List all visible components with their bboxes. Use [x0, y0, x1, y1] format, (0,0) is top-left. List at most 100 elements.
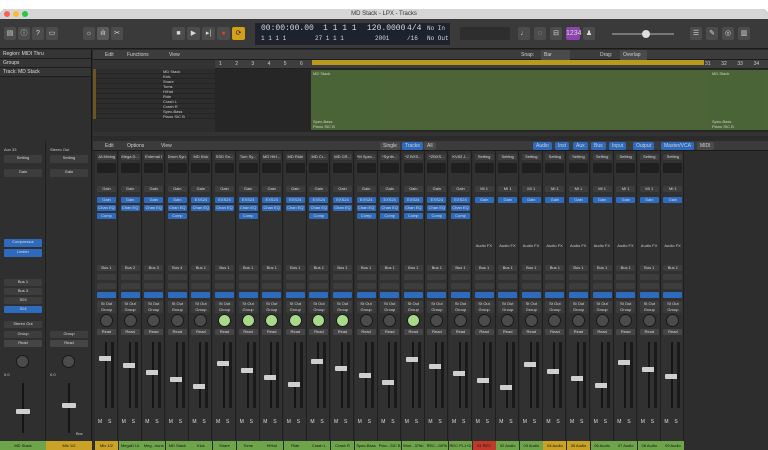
group-slot[interactable]: Group	[144, 307, 164, 313]
chan-eq-slot[interactable]: Chan EQ	[403, 205, 423, 211]
mute-button[interactable]: M	[405, 419, 409, 425]
smart-controls-icon[interactable]: ☼	[83, 27, 95, 40]
eq-thumbnail[interactable]	[215, 163, 234, 173]
channel-name[interactable]: 02 Audio	[496, 441, 520, 450]
channel-name[interactable]: Mix 1/2	[95, 441, 118, 450]
chan-eq-slot[interactable]: Chan EQ	[215, 205, 234, 211]
chan-eq-slot[interactable]: Chan EQ	[380, 205, 400, 211]
solo-icon[interactable]: ◌	[534, 27, 546, 40]
input-slot[interactable]: MI 1	[474, 186, 494, 192]
group-slot[interactable]: Group	[639, 307, 659, 313]
mute-button[interactable]: M	[664, 419, 668, 425]
record-icon[interactable]: ●	[217, 27, 230, 40]
inspector-left-pan-knob[interactable]	[16, 355, 29, 368]
group-slot[interactable]: Group	[309, 307, 329, 313]
group-slot[interactable]: Group	[498, 307, 518, 313]
inspector-left-output[interactable]: Stereo Out	[4, 321, 42, 328]
send-slot[interactable]: Bus 1	[498, 265, 518, 271]
send-slot-2[interactable]	[309, 274, 329, 280]
channel-name[interactable]: 03 Audio	[519, 441, 543, 450]
send-slot-3[interactable]	[639, 283, 659, 289]
mute-button[interactable]: M	[641, 419, 645, 425]
input-slot[interactable]: Gain	[120, 186, 140, 192]
tab-all[interactable]: All	[424, 142, 436, 150]
inspector-left-fader[interactable]	[22, 383, 24, 433]
inspector-left-read[interactable]: Read	[4, 340, 42, 347]
inspector-left-group[interactable]: Group	[4, 331, 42, 338]
volume-fader[interactable]	[388, 342, 391, 408]
comp-slot[interactable]: Comp	[309, 213, 329, 219]
snap-dropdown[interactable]: Bar	[541, 50, 570, 60]
send-slot-4[interactable]	[403, 292, 423, 298]
channel-plugin[interactable]: MD Ride	[285, 154, 305, 160]
input-slot[interactable]: Gain	[380, 186, 400, 192]
send-slot-4[interactable]	[474, 292, 494, 298]
send-slot-2[interactable]	[333, 274, 352, 280]
channel-plugin[interactable]: KV83 J...	[451, 154, 470, 160]
send-slot-2[interactable]	[474, 274, 494, 280]
volume-fader[interactable]	[175, 342, 178, 408]
send-slot[interactable]: Bus 4	[167, 265, 187, 271]
send-slot-2[interactable]	[569, 274, 588, 280]
solo-button[interactable]: S	[344, 419, 347, 425]
send-slot-2[interactable]	[120, 274, 140, 280]
eq-thumbnail[interactable]	[403, 163, 423, 173]
pan-knob[interactable]	[454, 314, 467, 327]
group-slot[interactable]: Group	[592, 307, 612, 313]
eq-thumbnail[interactable]	[498, 163, 518, 173]
mixer-icon[interactable]: ılı	[97, 27, 109, 40]
send-slot[interactable]: Bus 1	[403, 265, 423, 271]
solo-button[interactable]: S	[368, 419, 371, 425]
gain-slot[interactable]: Gain	[120, 197, 140, 203]
gain-slot[interactable]: EXS24	[380, 197, 400, 203]
tab-inst[interactable]: Inst	[555, 142, 570, 150]
chan-eq-slot[interactable]: Chan EQ	[451, 205, 470, 211]
group-slot[interactable]: Group	[238, 307, 258, 313]
tab-master-vca[interactable]: Master/VCA	[661, 142, 694, 150]
group-slot[interactable]: Group	[663, 307, 683, 313]
eq-thumbnail[interactable]	[309, 163, 329, 173]
solo-button[interactable]: S	[273, 419, 276, 425]
solo-button[interactable]: S	[155, 419, 158, 425]
input-slot[interactable]: MI 1	[498, 186, 518, 192]
channel-plugin[interactable]: Drum Syn...	[167, 154, 187, 160]
toolbar-icon[interactable]: ▭	[46, 27, 58, 40]
pan-knob[interactable]	[595, 314, 609, 327]
send-slot-4[interactable]	[97, 292, 116, 298]
volume-fader[interactable]	[411, 342, 414, 408]
mute-button[interactable]: M	[499, 419, 503, 425]
automation-read[interactable]: Read	[215, 329, 234, 335]
automation-read[interactable]: Read	[592, 329, 612, 335]
channel-name[interactable]: MD Stack	[165, 441, 189, 450]
send-slot[interactable]: Bus 1	[521, 265, 541, 271]
eq-thumbnail[interactable]	[262, 163, 282, 173]
channel-plugin[interactable]: External I	[144, 154, 164, 160]
automation-read[interactable]: Read	[474, 329, 494, 335]
solo-button[interactable]: S	[250, 419, 253, 425]
channel-plugin[interactable]: Setting	[498, 154, 518, 160]
inspector-left-bus3[interactable]: Bus 3	[4, 288, 42, 295]
volume-fader[interactable]	[529, 342, 532, 408]
lcd-display[interactable]: 00:00:00.00 1 1 1 1 1 1 1 1 27 1 1 1 120…	[255, 23, 450, 45]
eq-thumbnail[interactable]	[521, 163, 541, 173]
chan-eq-slot[interactable]: Chan EQ	[120, 205, 140, 211]
solo-button[interactable]: S	[179, 419, 182, 425]
solo-button[interactable]: S	[415, 419, 418, 425]
inspector-right-read[interactable]: Read	[50, 340, 88, 347]
send-slot-2[interactable]	[97, 274, 116, 280]
pan-knob[interactable]	[359, 314, 373, 327]
send-slot-3[interactable]	[545, 283, 565, 289]
solo-button[interactable]: S	[462, 419, 465, 425]
channel-name[interactable]: Wurl...37bb	[401, 441, 425, 450]
send-slot-2[interactable]	[215, 274, 234, 280]
channel-plugin[interactable]: Setting	[639, 154, 659, 160]
gain-slot[interactable]: Gain	[545, 197, 565, 203]
gain-slot[interactable]: EXS24	[238, 197, 258, 203]
input-slot[interactable]: Gain	[427, 186, 447, 192]
channel-name[interactable]: Snare	[213, 441, 236, 450]
channel-plugin[interactable]: MD HiH...	[262, 154, 282, 160]
automation-read[interactable]: Read	[639, 329, 659, 335]
send-slot-3[interactable]	[569, 283, 588, 289]
automation-read[interactable]: Read	[380, 329, 400, 335]
automation-read[interactable]: Read	[97, 329, 116, 335]
